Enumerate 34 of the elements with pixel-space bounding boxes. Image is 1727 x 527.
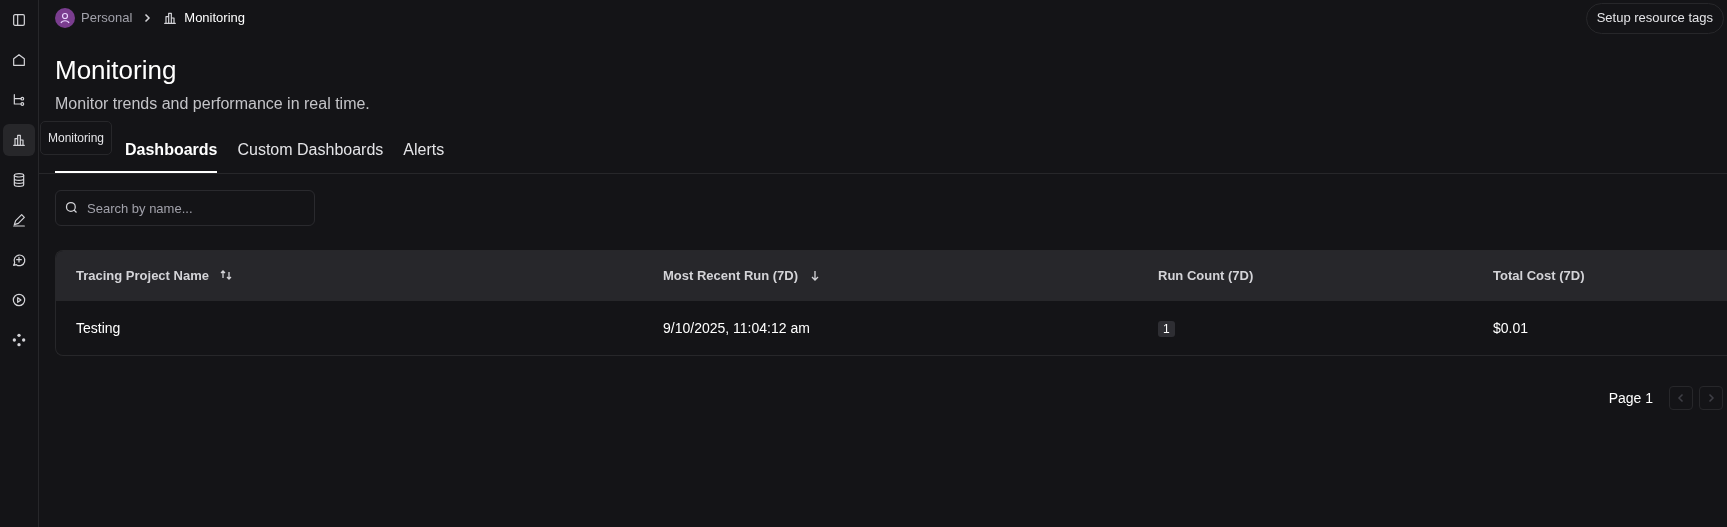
pen-icon xyxy=(11,212,27,228)
page-subtitle: Monitor trends and performance in real time. xyxy=(54,94,371,114)
avatar-icon xyxy=(55,8,75,28)
chevron-right-icon xyxy=(142,13,153,23)
search-icon xyxy=(64,200,79,215)
column-header[interactable]: Total Cost (7D) xyxy=(1493,265,1585,286)
breadcrumb-link[interactable]: Monitoring xyxy=(162,8,245,28)
breadcrumb-link[interactable]: Personal xyxy=(55,8,133,28)
home-icon xyxy=(11,52,27,68)
table-cell: Testing xyxy=(76,320,121,336)
table-cell: $0.01 xyxy=(1493,320,1529,336)
search-field[interactable]: Search by name... xyxy=(55,190,315,226)
chevron-left-icon xyxy=(1676,393,1686,403)
tab[interactable]: Alerts xyxy=(403,136,445,173)
database-icon xyxy=(11,172,27,188)
play-icon xyxy=(11,292,27,308)
tab[interactable]: Custom Dashboards xyxy=(237,136,384,173)
column-header[interactable]: Most Recent Run (7D) xyxy=(663,265,799,286)
column-header[interactable]: Tracing Project Name xyxy=(76,265,209,286)
tooltip: Monitoring xyxy=(40,121,113,155)
chevron-right-icon xyxy=(1706,393,1716,403)
branch-icon xyxy=(11,92,27,108)
bar-chart-icon xyxy=(162,10,179,26)
bar-chart-button[interactable] xyxy=(3,124,35,156)
count-badge: 1 xyxy=(1158,321,1175,337)
bar-chart-icon xyxy=(11,132,27,148)
sidebar-toggle-icon xyxy=(11,12,27,28)
table-cell: 9/10/2025, 11:04:12 am xyxy=(663,320,810,336)
nodes-icon xyxy=(11,332,27,348)
sort-arrows-icon[interactable] xyxy=(218,269,233,282)
page-label: Page 1 xyxy=(1608,388,1653,408)
column-header[interactable]: Run Count (7D) xyxy=(1158,265,1254,286)
page-title: Monitoring xyxy=(54,54,178,86)
chat-plus-icon xyxy=(11,252,27,268)
